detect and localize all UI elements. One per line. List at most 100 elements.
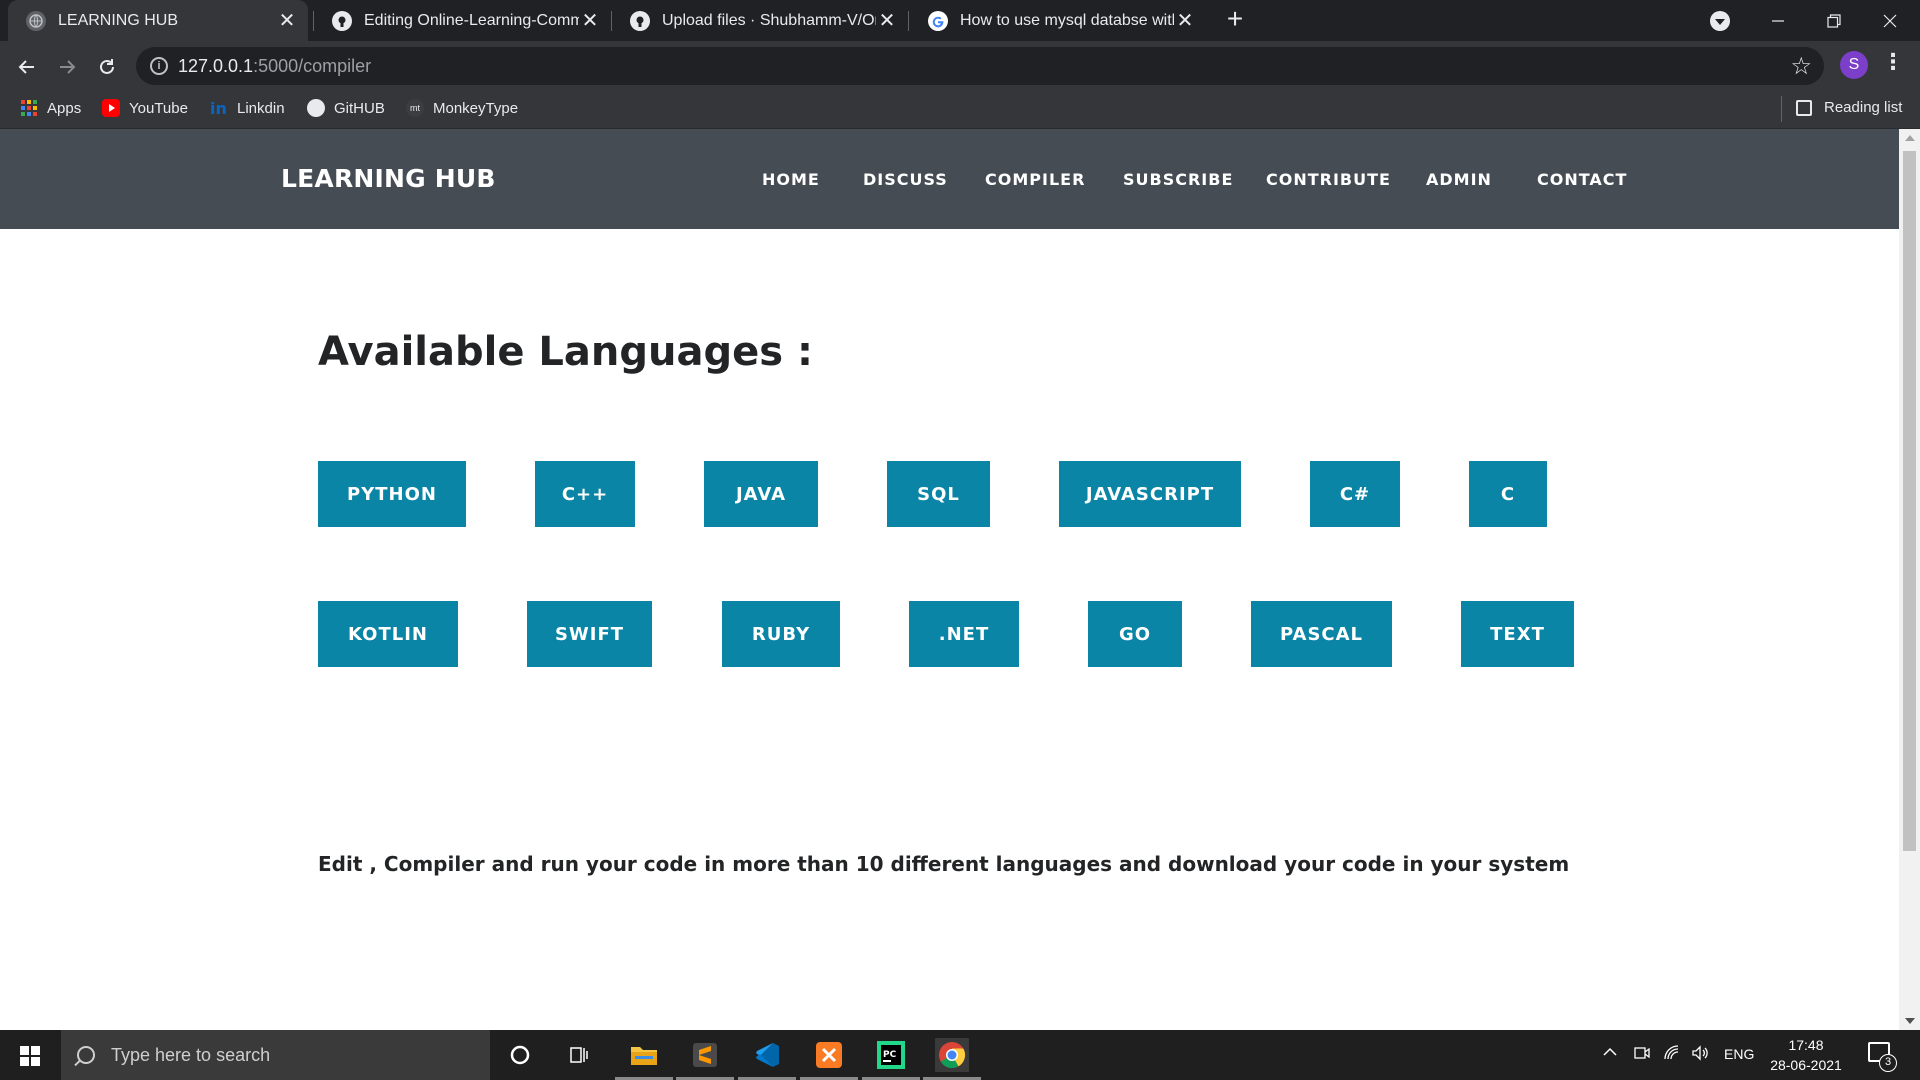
task-view-icon[interactable] (563, 1038, 597, 1072)
lang-button-javascript[interactable]: JAVASCRIPT (1059, 461, 1241, 527)
bookmark-apps[interactable]: Apps (20, 99, 81, 117)
lang-button-kotlin[interactable]: KOTLIN (318, 601, 458, 667)
taskbar-clock[interactable]: 17:48 28-06-2021 (1768, 1035, 1844, 1075)
forward-arrow-icon (60, 60, 76, 74)
close-icon (1883, 14, 1897, 27)
cortana-icon[interactable] (503, 1038, 537, 1072)
bookmark-monkeytype[interactable]: mt MonkeyType (406, 99, 518, 117)
taskbar-search-box[interactable]: Type here to search (61, 1030, 490, 1080)
scroll-down-arrow-icon[interactable] (1905, 1018, 1915, 1024)
lang-button-csharp[interactable]: C# (1310, 461, 1400, 527)
tab-learning-hub[interactable]: LEARNING HUB ✕ (8, 0, 308, 41)
nav-subscribe[interactable]: SUBSCRIBE (1123, 170, 1233, 189)
lang-button-cpp[interactable]: C++ (535, 461, 635, 527)
search-icon (77, 1046, 95, 1064)
show-hidden-icons-chevron-icon[interactable] (1602, 1044, 1618, 1063)
bookmark-star-icon[interactable]: ☆ (1790, 52, 1812, 81)
tab-title: LEARNING HUB (58, 11, 179, 29)
compiler-description: Edit , Compiler and run your code in mor… (318, 852, 1570, 876)
bookmark-youtube[interactable]: YouTube (102, 99, 188, 117)
close-icon[interactable]: ✕ (876, 8, 898, 33)
nav-contact[interactable]: CONTACT (1537, 170, 1627, 189)
reading-list-label: Reading list (1824, 99, 1903, 116)
page-viewport: LEARNING HUB HOME DISCUSS COMPILER SUBSC… (0, 129, 1899, 1030)
lang-button-java[interactable]: JAVA (704, 461, 818, 527)
nav-contribute[interactable]: CONTRIBUTE (1266, 170, 1391, 189)
close-icon[interactable]: ✕ (1174, 8, 1196, 33)
restore-button[interactable] (1806, 0, 1862, 41)
volume-icon[interactable] (1691, 1044, 1709, 1065)
reading-list-icon (1796, 99, 1812, 116)
lang-button-ruby[interactable]: RUBY (722, 601, 840, 667)
bookmark-label: Apps (47, 99, 82, 117)
lang-button-python[interactable]: PYTHON (318, 461, 466, 527)
page-title: Available Languages : (318, 329, 813, 375)
tab-editing-online-learning[interactable]: Editing Online-Learning-Commun ✕ (314, 0, 611, 41)
scroll-up-arrow-icon[interactable] (1905, 135, 1915, 141)
tab-search-button[interactable] (1710, 11, 1730, 31)
linkedin-icon: in (210, 99, 227, 118)
sublime-text-icon[interactable] (676, 1038, 734, 1080)
url-text[interactable]: 127.0.0.1:5000/compiler (178, 56, 371, 77)
xampp-icon[interactable] (800, 1038, 858, 1080)
lang-button-text[interactable]: TEXT (1461, 601, 1574, 667)
github-icon (307, 99, 325, 117)
meet-now-icon[interactable] (1633, 1044, 1651, 1065)
nav-compiler[interactable]: COMPILER (985, 170, 1085, 189)
vscode-icon[interactable] (738, 1038, 796, 1080)
close-icon[interactable]: ✕ (276, 8, 298, 33)
site-info-icon[interactable]: i (150, 57, 168, 75)
url-host: 127.0.0.1 (178, 56, 254, 76)
reading-list-button[interactable]: Reading list (1796, 99, 1902, 116)
bookmark-github[interactable]: GitHUB (307, 99, 385, 117)
pycharm-icon[interactable]: PC (862, 1038, 920, 1080)
tab-upload-files[interactable]: Upload files · Shubhamm-V/Onlin ✕ (612, 0, 908, 41)
back-arrow-icon (18, 60, 34, 74)
windows-start-icon[interactable] (20, 1046, 40, 1066)
tab-mysql-database[interactable]: How to use mysql databse with f ✕ (910, 0, 1206, 41)
url-path: :5000/compiler (253, 56, 372, 76)
lang-button-pascal[interactable]: PASCAL (1251, 601, 1392, 667)
github-icon (630, 10, 650, 31)
google-icon (928, 10, 948, 31)
windows-taskbar: Type here to search PC ENG 17:48 28-06-2… (0, 1030, 1920, 1080)
back-button[interactable] (11, 51, 43, 83)
close-window-button[interactable] (1862, 0, 1918, 41)
lang-button-go[interactable]: GO (1088, 601, 1182, 667)
minimize-button[interactable] (1750, 0, 1806, 41)
scrollbar-thumb[interactable] (1903, 151, 1916, 851)
nav-discuss[interactable]: DISCUSS (863, 170, 948, 189)
lang-button-sql[interactable]: SQL (887, 461, 990, 527)
minimize-icon (1772, 19, 1784, 22)
profile-avatar[interactable]: S (1840, 51, 1868, 79)
lang-button-swift[interactable]: SWIFT (527, 601, 652, 667)
bookmark-label: YouTube (129, 99, 188, 117)
wifi-icon[interactable] (1663, 1044, 1681, 1065)
restore-icon (1827, 13, 1841, 28)
address-bar[interactable]: i 127.0.0.1:5000/compiler ☆ (136, 47, 1824, 85)
bookmark-label: Linkdin (237, 99, 285, 117)
file-explorer-icon[interactable] (615, 1038, 673, 1080)
github-icon (332, 10, 352, 31)
apps-grid-icon (20, 99, 38, 117)
svg-text:PC: PC (883, 1050, 897, 1060)
bookmarks-separator (1781, 96, 1782, 122)
nav-home[interactable]: HOME (762, 170, 820, 189)
notification-count-badge: 3 (1879, 1054, 1897, 1072)
lang-button-c[interactable]: C (1469, 461, 1547, 527)
browser-toolbar: i 127.0.0.1:5000/compiler ☆ S ⋮ (0, 41, 1920, 91)
bookmark-linkedin[interactable]: in Linkdin (210, 99, 285, 118)
chrome-icon[interactable] (923, 1038, 981, 1080)
new-tab-button[interactable]: + (1219, 3, 1251, 35)
reload-button[interactable] (91, 51, 123, 83)
forward-button[interactable] (51, 51, 83, 83)
site-brand[interactable]: LEARNING HUB (281, 164, 496, 193)
close-icon[interactable]: ✕ (579, 8, 601, 33)
bookmarks-bar: Apps YouTube in Linkdin GitHUB mt Monkey… (0, 91, 1920, 129)
reload-icon (100, 59, 114, 74)
nav-admin[interactable]: ADMIN (1426, 170, 1492, 189)
lang-button-dotnet[interactable]: .NET (909, 601, 1019, 667)
input-language[interactable]: ENG (1724, 1046, 1754, 1062)
browser-menu-icon[interactable]: ⋮ (1882, 49, 1904, 75)
page-scrollbar[interactable] (1899, 129, 1920, 1030)
